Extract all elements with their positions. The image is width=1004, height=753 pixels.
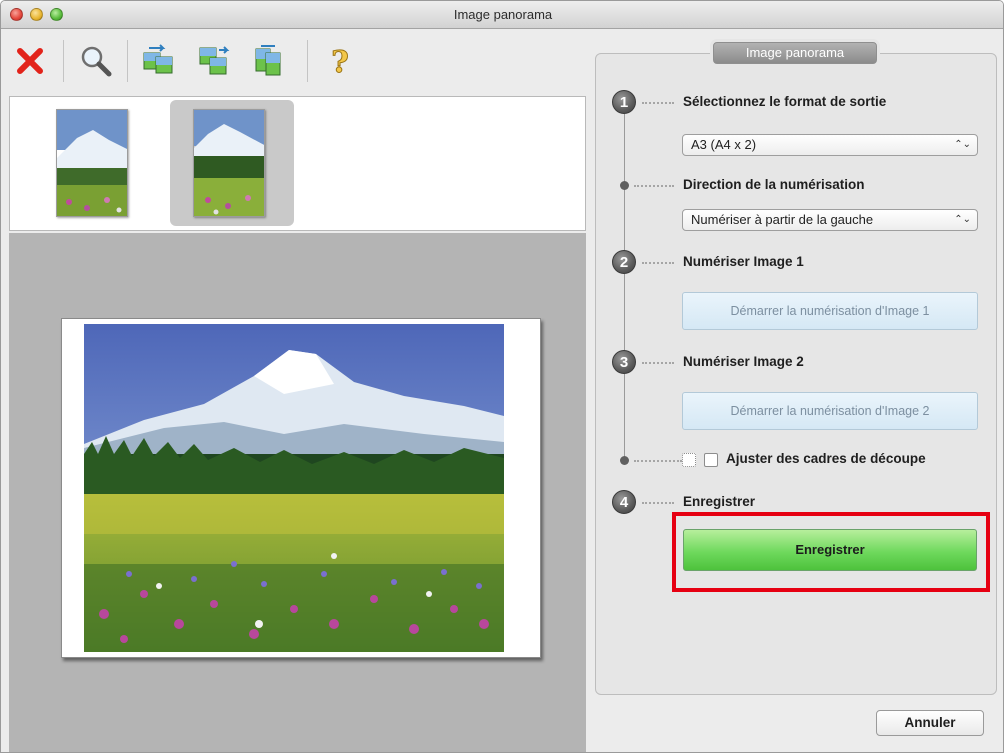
settings-panel: Image panorama 1 Sélectionnez le format … xyxy=(595,42,997,695)
scan-direction-label: Direction de la numérisation xyxy=(683,177,865,192)
swap-images-button[interactable] xyxy=(135,38,181,84)
zoom-button[interactable] xyxy=(73,38,119,84)
thumbnail-strip xyxy=(9,96,586,231)
step-2-badge: 2 xyxy=(612,250,636,274)
step-1-badge: 1 xyxy=(612,90,636,114)
direction-dot xyxy=(620,181,629,190)
preview-area xyxy=(9,233,586,752)
adjust-crop-frames-label: Ajuster des cadres de découpe xyxy=(726,451,926,466)
output-format-label: Sélectionnez le format de sortie xyxy=(683,94,887,109)
output-paper xyxy=(61,318,541,658)
crop-dot xyxy=(620,456,629,465)
save-button[interactable]: Enregistrer xyxy=(683,529,977,571)
start-scan-image-2-button[interactable]: Démarrer la numérisation d'Image 2 xyxy=(682,392,978,430)
flip-image-icon xyxy=(255,45,281,76)
output-format-select[interactable]: A3 (A4 x 2) ⌃⌄ xyxy=(682,134,978,156)
flip-image-button[interactable] xyxy=(245,38,291,84)
output-format-value: A3 (A4 x 2) xyxy=(691,137,757,152)
select-arrows-icon: ⌃⌄ xyxy=(954,214,971,225)
help-icon: ? xyxy=(331,45,350,79)
select-arrows-icon: ⌃⌄ xyxy=(954,139,971,150)
panorama-window: Image panorama ? Image panorama 1 Sélect… xyxy=(0,0,1004,753)
window-title: Image panorama xyxy=(453,7,553,22)
thumbnail-image-2[interactable] xyxy=(193,109,265,217)
adjust-crop-frames-checkbox[interactable] xyxy=(704,453,718,467)
scan-direction-select[interactable]: Numériser à partir de la gauche ⌃⌄ xyxy=(682,209,978,231)
step-4-badge: 4 xyxy=(612,490,636,514)
swap-images-icon xyxy=(143,44,173,74)
scan-direction-value: Numériser à partir de la gauche xyxy=(691,212,874,227)
help-button[interactable]: ? xyxy=(317,38,363,84)
crop-focus-ring xyxy=(682,453,696,467)
step-connector-line xyxy=(624,102,625,462)
svg-text:?: ? xyxy=(331,45,349,78)
thumbnail-image-1[interactable] xyxy=(56,109,128,217)
scan-image-1-label: Numériser Image 1 xyxy=(683,254,804,269)
cancel-button[interactable]: Annuler xyxy=(876,710,984,736)
panorama-image xyxy=(84,324,504,652)
save-step-label: Enregistrer xyxy=(683,494,756,509)
rotate-image-button[interactable] xyxy=(190,38,236,84)
toolbar: ? xyxy=(1,30,586,93)
step-3-badge: 3 xyxy=(612,350,636,374)
delete-icon xyxy=(17,48,43,74)
title-bar: Image panorama xyxy=(1,1,1003,29)
delete-button[interactable] xyxy=(7,38,53,84)
zoom-icon xyxy=(81,46,112,77)
panel-title: Image panorama xyxy=(713,42,877,64)
scan-image-2-label: Numériser Image 2 xyxy=(683,354,804,369)
rotate-image-icon xyxy=(199,46,230,75)
start-scan-image-1-button[interactable]: Démarrer la numérisation d'Image 1 xyxy=(682,292,978,330)
